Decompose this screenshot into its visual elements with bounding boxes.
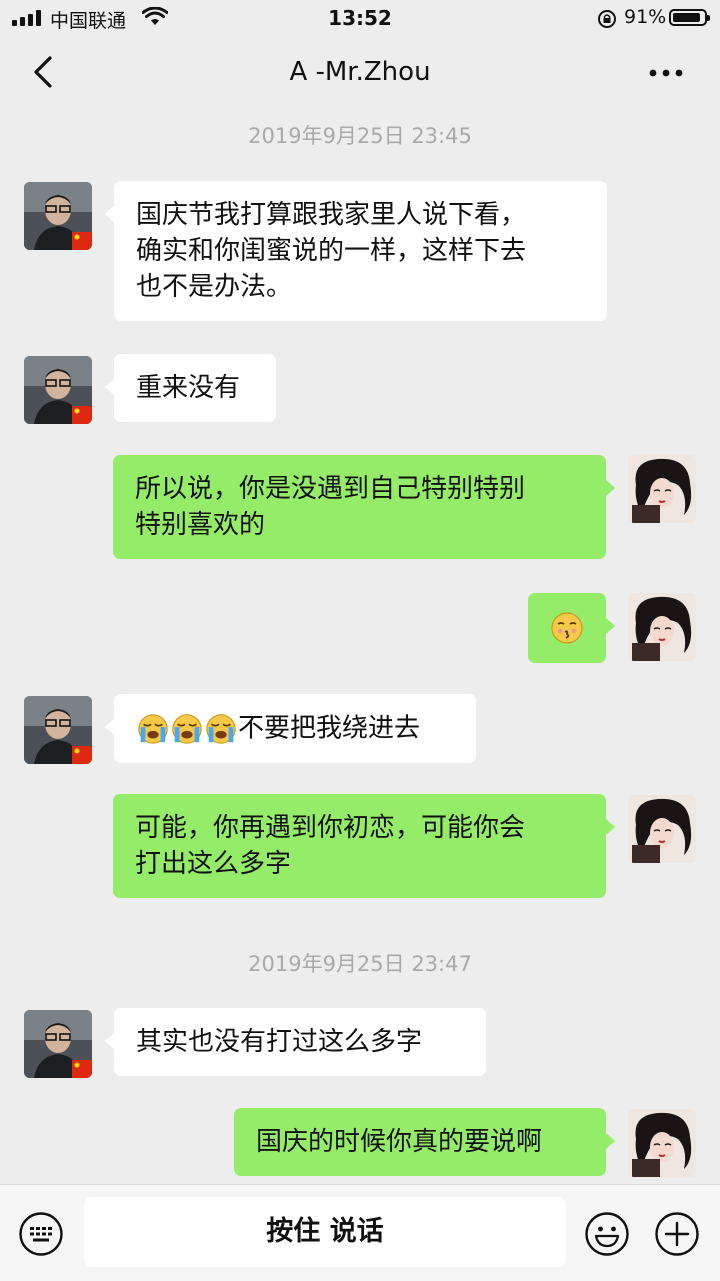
emoji-icon[interactable]: [584, 1211, 630, 1257]
my-avatar[interactable]: [628, 455, 696, 523]
message-text: 国庆的时候你真的要说啊: [256, 1127, 543, 1157]
rotation-lock-icon: [598, 10, 616, 28]
message-text: 打出这么多字: [135, 849, 292, 879]
message-bubble-outgoing[interactable]: 所以说，你是没遇到自己特别特别 特别喜欢的: [113, 455, 615, 559]
message-text: 所以说，你是没遇到自己特别特别: [135, 474, 526, 504]
message-text: 确实和你闺蜜说的一样，这样下去: [136, 236, 527, 266]
message-text: 也不是办法。: [136, 272, 293, 302]
contact-avatar[interactable]: [24, 696, 92, 764]
chat-header: A -Mr.Zhou: [0, 36, 720, 110]
my-avatar[interactable]: [628, 1109, 696, 1177]
message-bubble-incoming[interactable]: 不要把我绕进去: [105, 694, 476, 763]
my-avatar[interactable]: [628, 795, 696, 863]
message-bubble-outgoing[interactable]: 国庆的时候你真的要说啊: [234, 1108, 615, 1176]
battery-percent: 91%: [624, 6, 667, 28]
contact-avatar[interactable]: [24, 356, 92, 424]
message-text: 不要把我绕进去: [238, 713, 421, 744]
message-bubble-outgoing[interactable]: [528, 593, 615, 663]
my-avatar[interactable]: [628, 593, 696, 661]
loudly-crying-face-icon: [206, 713, 236, 744]
input-bar: 按住 说话: [0, 1184, 720, 1281]
message-bubble-incoming[interactable]: 国庆节我打算跟我家里人说下看， 确实和你闺蜜说的一样，这样下去 也不是办法。: [105, 181, 607, 321]
kissing-face-icon: [551, 611, 583, 644]
keyboard-icon[interactable]: [18, 1211, 64, 1257]
message-text: 特别喜欢的: [135, 510, 266, 540]
message-bubble-incoming[interactable]: 重来没有: [105, 354, 276, 422]
battery-icon: [669, 9, 710, 26]
message-text: 国庆节我打算跟我家里人说下看，: [136, 200, 527, 230]
timestamp: 2019年9月25日 23:45: [248, 124, 472, 148]
hold-to-talk-button[interactable]: 按住 说话: [84, 1197, 566, 1267]
contact-avatar[interactable]: [24, 1010, 92, 1078]
loudly-crying-face-icon: [138, 713, 168, 744]
message-bubble-incoming[interactable]: 其实也没有打过这么多字: [105, 1008, 486, 1076]
chat-title: A -Mr.Zhou: [289, 57, 431, 87]
status-bar: 中国联通 13:52 91%: [0, 0, 720, 36]
message-text: 重来没有: [136, 373, 241, 403]
more-icon[interactable]: [646, 56, 686, 90]
message-text: 可能，你再遇到你初恋，可能你会: [135, 813, 526, 843]
loudly-crying-face-icon: [172, 713, 202, 744]
message-text: 其实也没有打过这么多字: [136, 1027, 423, 1057]
contact-avatar[interactable]: [24, 182, 92, 250]
message-bubble-outgoing[interactable]: 可能，你再遇到你初恋，可能你会 打出这么多字: [113, 794, 615, 898]
plus-icon[interactable]: [654, 1211, 700, 1257]
timestamp: 2019年9月25日 23:47: [248, 952, 472, 976]
